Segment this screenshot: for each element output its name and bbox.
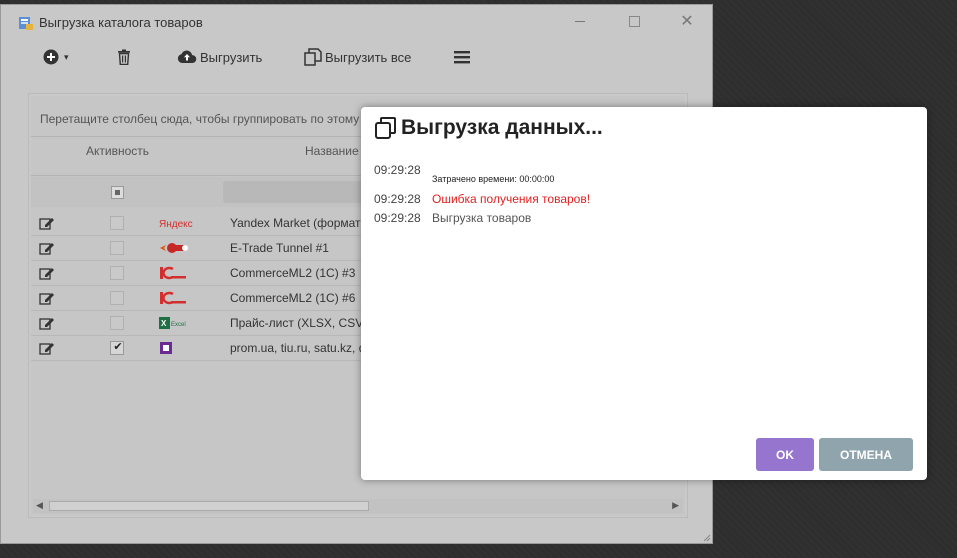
minimize-icon [575,21,585,22]
edit-icon[interactable] [39,341,55,355]
group-by-drop-zone[interactable]: Перетащите столбец сюда, чтобы группиров… [40,112,359,126]
export-all-button[interactable]: Выгрузить все [304,45,411,69]
delete-button[interactable] [117,45,131,69]
export-label: Выгрузить [200,49,263,65]
active-checkbox[interactable] [110,266,124,280]
app-icon [19,17,33,30]
active-checkbox[interactable]: ✔ [110,341,124,355]
etrade-logo [160,243,188,253]
close-icon: ✕ [680,13,694,30]
log-message: Затрачено времени: 00:00:00 [432,174,555,184]
profile-name: E-Trade Tunnel #1 [230,241,329,255]
active-checkbox[interactable] [110,216,124,230]
yandex-logo: Яндекс [159,219,193,230]
title-bar[interactable]: Выгрузка каталога товаров ✕ [1,5,712,37]
scroll-right-icon[interactable]: ▶ [672,500,679,511]
close-button[interactable]: ✕ [675,11,699,33]
column-header-active[interactable]: Активность [86,144,149,158]
active-checkbox[interactable] [110,316,124,330]
cloud-upload-icon [177,50,197,63]
copy-icon [304,48,322,66]
maximize-button[interactable] [622,11,646,33]
1c-logo [160,291,186,305]
edit-icon[interactable] [39,241,55,255]
export-all-label: Выгрузить все [325,49,412,65]
add-dropdown-icon: ▾ [64,51,69,62]
menu-button[interactable] [454,45,470,69]
profile-name: CommerceML2 (1C) #6 [230,291,356,305]
window-title: Выгрузка каталога товаров [39,15,203,30]
column-header-name[interactable]: Название [305,144,359,158]
log-time: 09:29:28 [374,192,421,206]
edit-icon[interactable] [39,266,55,280]
scroll-left-icon[interactable]: ◀ [36,500,43,511]
copy-icon [375,117,396,139]
active-filter-checkbox[interactable] [111,186,124,199]
active-checkbox[interactable] [110,291,124,305]
svg-text:X: X [161,319,167,328]
name-filter-input[interactable] [223,181,363,203]
log-time: 09:29:28 [374,211,421,225]
edit-icon[interactable] [39,291,55,305]
add-button[interactable]: ▾ [43,45,69,69]
horizontal-scrollbar[interactable]: ◀ ▶ [33,499,683,513]
hamburger-icon [454,51,470,64]
1c-logo [160,266,186,280]
export-button[interactable]: Выгрузить [177,45,262,69]
resize-grip-icon[interactable] [703,534,711,542]
svg-text:Яндекс: Яндекс [159,219,193,230]
export-progress-dialog: Выгрузка данных... 09:29:28 Затрачено вр… [361,107,927,480]
log-time: 09:29:28 [374,163,421,177]
minimize-button[interactable] [568,11,592,33]
log-message: Выгрузка товаров [432,211,532,225]
maximize-icon [629,16,640,27]
prom-logo [160,342,172,354]
svg-text:Excel: Excel [171,322,186,328]
cancel-button[interactable]: ОТМЕНА [819,438,913,471]
trash-icon [118,49,130,65]
profile-name: CommerceML2 (1C) #3 [230,266,356,280]
edit-icon[interactable] [39,316,55,330]
plus-circle-icon [43,49,59,65]
toolbar: ▾ Выгрузить Выгрузить все [1,39,712,79]
scrollbar-thumb[interactable] [49,501,369,511]
active-checkbox[interactable] [110,241,124,255]
ok-button[interactable]: OK [756,438,814,471]
checkmark-icon: ✔ [113,341,123,353]
edit-icon[interactable] [39,216,55,230]
excel-logo: X Excel [159,317,186,329]
dialog-title: Выгрузка данных... [401,116,603,139]
log-message-error: Ошибка получения товаров! [432,192,591,206]
